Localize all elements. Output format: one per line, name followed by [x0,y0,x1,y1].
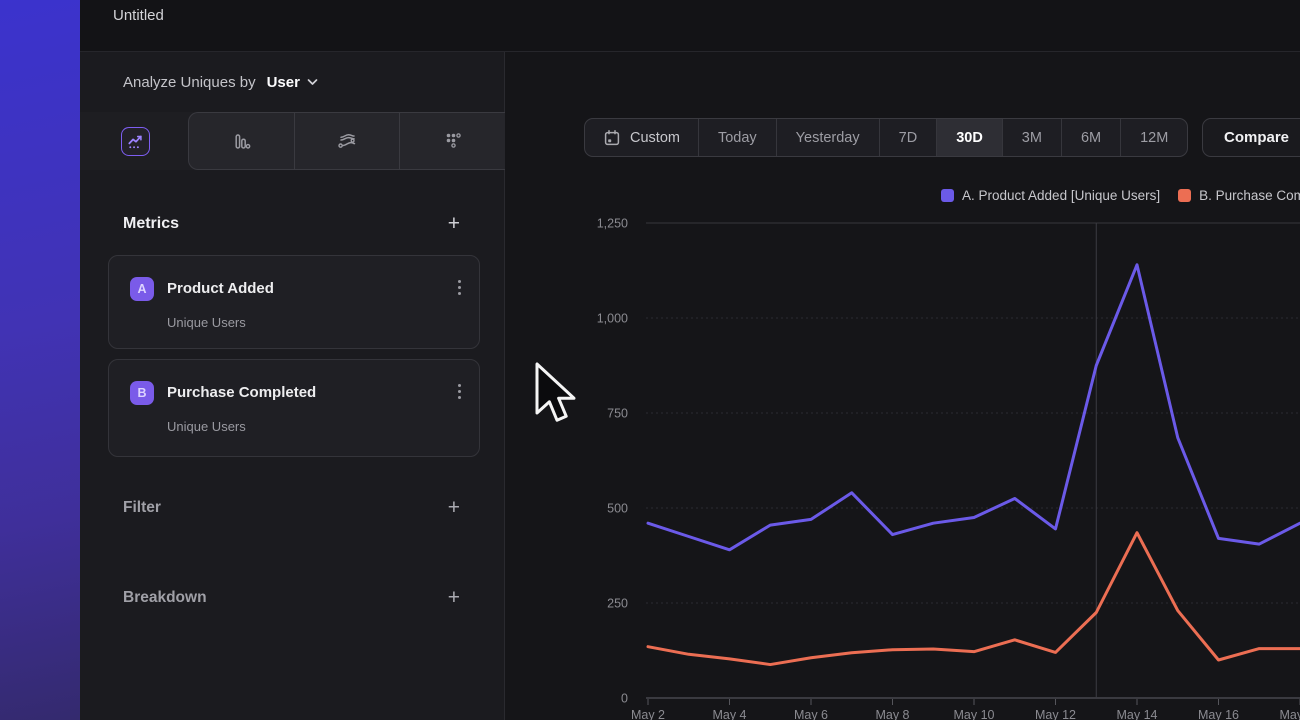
chart-panel: Custom Today Yesterday 7D 30D 3M 6M 12M … [505,52,1300,720]
metric-badge-a: A [130,277,154,301]
left-nav-rail [0,0,80,720]
svg-text:May 4: May 4 [712,708,746,720]
svg-text:500: 500 [607,502,628,516]
analyze-entity-dropdown[interactable]: User [267,74,300,91]
svg-text:May 8: May 8 [875,708,909,720]
tab-flow-chart[interactable] [294,113,400,169]
chart-svg[interactable]: 0 250 500 750 1,000 1,250 May 2 May 4 May 6 May 8… [505,52,1300,720]
svg-text:May 12: May 12 [1035,708,1076,720]
add-filter-button[interactable]: + [448,498,460,518]
metrics-header: Metrics + [123,212,460,236]
chart-type-tab-group [188,112,505,170]
dot-grid-icon [442,130,464,152]
svg-text:May 6: May 6 [794,708,828,720]
tab-dot-grid[interactable] [399,113,505,169]
tab-bar-chart[interactable] [189,113,294,169]
metric-measure[interactable]: Unique Users [167,419,246,434]
filter-header: Filter + [123,496,460,520]
kebab-menu-icon[interactable] [458,384,461,399]
svg-text:250: 250 [607,597,628,611]
metric-card-a[interactable]: A Product Added Unique Users [108,255,480,349]
breakdown-header: Breakdown + [123,586,460,610]
flow-chart-icon [336,130,358,152]
filter-title: Filter [123,499,161,517]
svg-text:May 16: May 16 [1198,708,1239,720]
breakdown-title: Breakdown [123,589,207,607]
metric-name: Product Added [167,280,274,297]
svg-text:May 14: May 14 [1117,708,1158,720]
metric-badge-b: B [130,381,154,405]
add-metric-button[interactable]: + [448,214,460,234]
line-chart-icon [126,132,145,151]
metric-name: Purchase Completed [167,384,316,401]
metric-card-b[interactable]: B Purchase Completed Unique Users [108,359,480,457]
svg-text:750: 750 [607,407,628,421]
svg-text:May 2: May 2 [631,708,665,720]
tab-line-chart[interactable] [121,127,150,156]
metric-measure[interactable]: Unique Users [167,315,246,330]
svg-text:May 18: May 18 [1280,708,1300,720]
bar-chart-icon [231,131,252,152]
svg-text:1,250: 1,250 [597,217,628,231]
kebab-menu-icon[interactable] [458,280,461,295]
analytics-app: { "window": { "title": "Untitled" }, "si… [0,0,1300,720]
add-breakdown-button[interactable]: + [448,588,460,608]
topbar: Untitled [80,0,1300,52]
query-sidebar: Analyze Uniques by User [80,52,505,720]
metrics-title: Metrics [123,215,179,233]
chart-type-tabs [80,112,504,170]
chevron-down-icon[interactable] [307,78,318,86]
svg-text:1,000: 1,000 [597,312,628,326]
svg-text:May 10: May 10 [954,708,995,720]
svg-text:0: 0 [621,692,628,706]
report-title[interactable]: Untitled [113,7,164,24]
analyze-label: Analyze Uniques by [123,74,256,91]
analyze-row: Analyze Uniques by User [80,52,504,112]
